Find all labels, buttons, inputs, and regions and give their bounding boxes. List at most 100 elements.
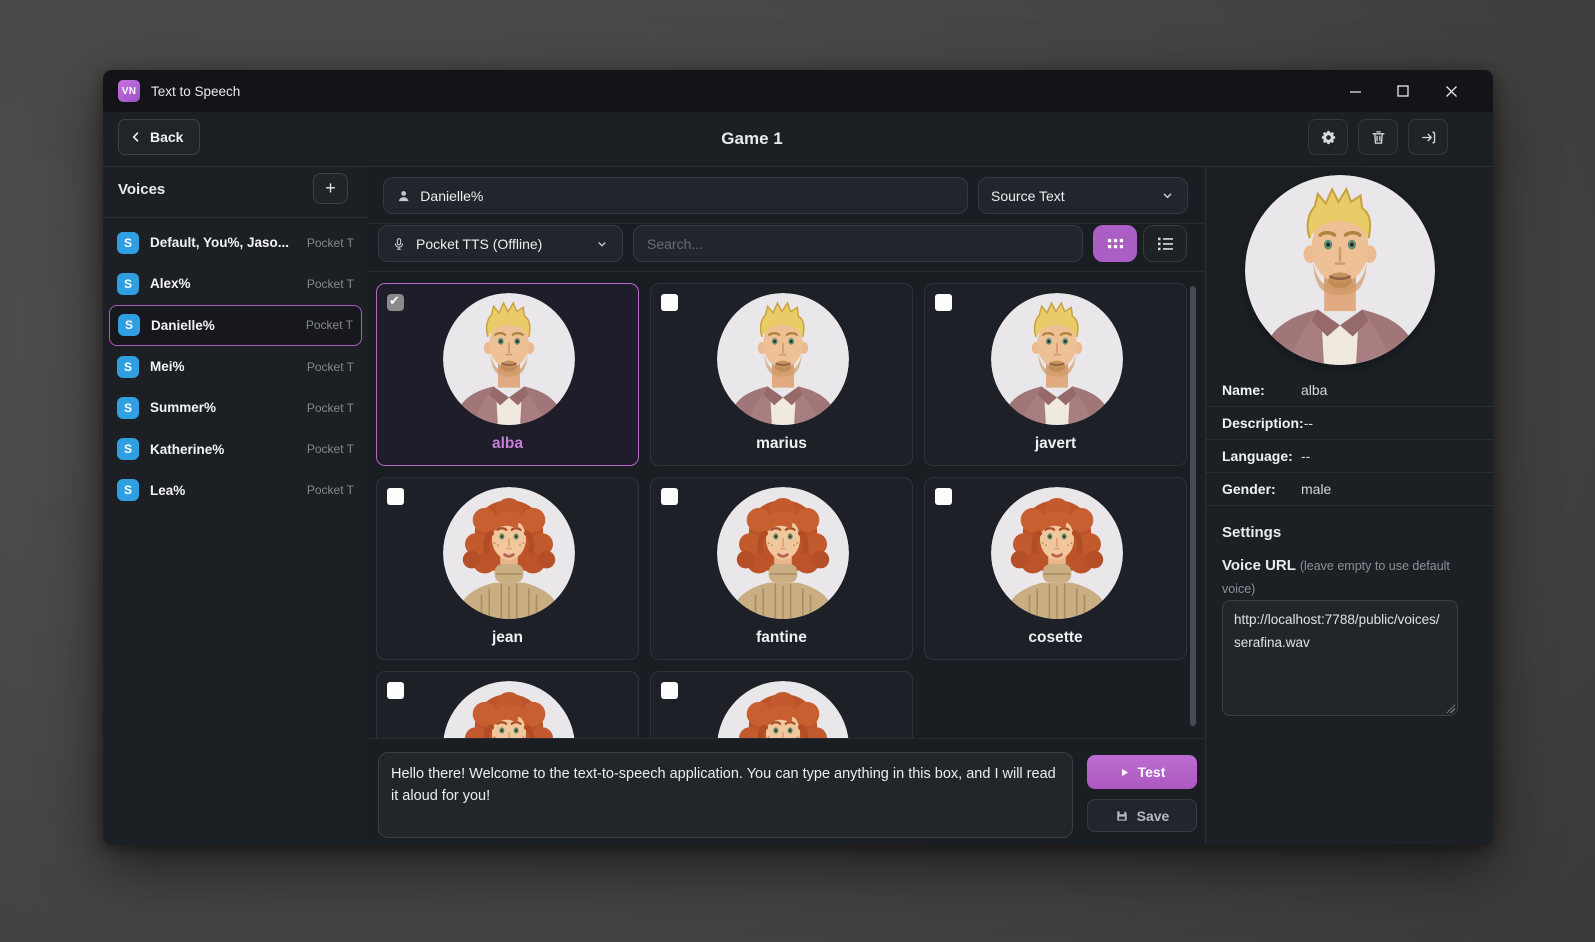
voice-url-label: Voice URL (leave empty to use default vo…	[1222, 554, 1472, 601]
app-window: VN Text to Speech Back Game 1	[103, 70, 1493, 845]
voice-type-badge: S	[117, 438, 139, 460]
voice-checkbox[interactable]	[661, 294, 678, 311]
voices-sidebar: Voices + S Default, You%, Jaso... Pocket T…	[103, 167, 368, 845]
voice-avatar	[991, 293, 1123, 425]
voice-avatar	[717, 487, 849, 619]
main-divider-1	[368, 223, 1205, 224]
grid-scrollbar[interactable]	[1190, 286, 1196, 726]
voice-checkbox[interactable]	[935, 294, 952, 311]
voice-type-badge: S	[117, 232, 139, 254]
voice-search-input[interactable]	[647, 236, 1069, 252]
voice-card-name: cosette	[925, 629, 1186, 647]
close-button[interactable]	[1427, 70, 1475, 112]
voice-card-name: marius	[651, 435, 912, 453]
voice-card[interactable]: marius	[650, 283, 913, 466]
save-button[interactable]: Save	[1087, 799, 1197, 832]
source-text-value: Source Text	[991, 188, 1065, 204]
voice-engine-label: Pocket T	[307, 277, 354, 291]
tts-engine-select[interactable]: Pocket TTS (Offline)	[378, 225, 623, 262]
source-text-select[interactable]: Source Text	[978, 177, 1188, 214]
grid-view-button[interactable]	[1093, 225, 1137, 262]
voice-search-field[interactable]	[633, 225, 1083, 262]
sidebar-divider	[103, 217, 368, 218]
voice-engine-label: Pocket T	[307, 401, 354, 415]
voice-checkbox[interactable]	[935, 488, 952, 505]
sidebar-header: Voices +	[103, 167, 368, 211]
voice-checkbox[interactable]	[661, 682, 678, 699]
voice-name: Summer%	[150, 400, 299, 415]
voice-card-name: alba	[377, 435, 638, 453]
voice-name: Alex%	[150, 276, 299, 291]
chevron-left-icon	[129, 130, 143, 144]
back-label: Back	[150, 129, 183, 145]
settings-title: Settings	[1222, 524, 1281, 541]
sidebar-voice-item[interactable]: SMei%Pocket T	[103, 346, 368, 387]
chevron-down-icon	[595, 237, 609, 251]
settings-button[interactable]	[1308, 119, 1348, 155]
voice-name: Danielle%	[151, 318, 298, 333]
back-button[interactable]: Back	[118, 119, 200, 155]
voice-name: Default, You%, Jaso...	[150, 235, 299, 250]
header: Back Game 1	[103, 112, 1493, 166]
character-name-input[interactable]	[420, 188, 955, 204]
list-view-icon	[1157, 236, 1174, 251]
delete-button[interactable]	[1358, 119, 1398, 155]
voice-type-badge: S	[117, 479, 139, 501]
voice-type-badge: S	[118, 314, 140, 336]
voice-engine-label: Pocket T	[307, 236, 354, 250]
voice-card[interactable]: jean	[376, 477, 639, 660]
voice-engine-label: Pocket T	[307, 483, 354, 497]
voice-url-label-text: Voice URL	[1222, 557, 1296, 574]
page-title: Game 1	[721, 112, 782, 166]
voice-name: Lea%	[150, 483, 299, 498]
voice-checkbox[interactable]	[387, 294, 404, 311]
play-icon	[1119, 766, 1130, 779]
detail-field-label: Description:	[1222, 415, 1304, 431]
voice-card[interactable]: javert	[924, 283, 1187, 466]
sidebar-voice-item[interactable]: SSummer%Pocket T	[103, 387, 368, 428]
voice-checkbox[interactable]	[387, 488, 404, 505]
voice-card[interactable]	[650, 671, 913, 738]
maximize-button[interactable]	[1379, 70, 1427, 112]
test-button[interactable]: Test	[1087, 755, 1197, 789]
title-bar[interactable]: VN Text to Speech	[103, 70, 1493, 112]
voice-checkbox[interactable]	[661, 488, 678, 505]
test-label: Test	[1138, 764, 1166, 780]
sidebar-voice-item[interactable]: S Default, You%, Jaso... Pocket T	[103, 222, 368, 263]
detail-field-label: Language:	[1222, 448, 1301, 464]
save-label: Save	[1137, 808, 1170, 824]
microphone-icon	[392, 236, 406, 252]
voice-avatar	[717, 681, 849, 738]
app-title: Text to Speech	[151, 84, 240, 99]
add-voice-button[interactable]: +	[313, 173, 348, 204]
app-logo: VN	[118, 80, 140, 102]
sidebar-voice-item[interactable]: S Lea% Pocket T	[103, 470, 368, 511]
voice-grid: alba marius javert jean fantine cosette	[376, 283, 1187, 738]
detail-field-row: Gender:male	[1206, 473, 1493, 506]
sidebar-voice-item[interactable]: SAlex%Pocket T	[103, 263, 368, 304]
minimize-button[interactable]	[1331, 70, 1379, 112]
voice-card-name: fantine	[651, 629, 912, 647]
voice-card[interactable]: alba	[376, 283, 639, 466]
voice-checkbox[interactable]	[387, 682, 404, 699]
voice-url-input[interactable]: http://localhost:7788/public/voices/sera…	[1222, 600, 1458, 716]
grid-view-icon	[1107, 237, 1124, 251]
main-divider-2	[368, 271, 1205, 272]
sidebar-voice-item[interactable]: SDanielle%Pocket T	[109, 305, 362, 346]
detail-field-row: Language:--	[1206, 440, 1493, 473]
detail-field-value: male	[1301, 481, 1331, 497]
voice-card[interactable]: cosette	[924, 477, 1187, 660]
voice-card[interactable]: fantine	[650, 477, 913, 660]
voice-avatar	[443, 293, 575, 425]
tts-text-input[interactable]: Hello there! Welcome to the text-to-spee…	[378, 752, 1073, 838]
tts-engine-value: Pocket TTS (Offline)	[416, 236, 585, 252]
export-button[interactable]	[1408, 119, 1448, 155]
character-name-field[interactable]	[383, 177, 968, 214]
gear-icon	[1320, 129, 1337, 146]
list-view-button[interactable]	[1143, 225, 1187, 262]
save-icon	[1115, 809, 1129, 823]
voice-card[interactable]	[376, 671, 639, 738]
sidebar-title: Voices	[118, 181, 165, 198]
detail-fields: Name:albaDescription:--Language:--Gender…	[1206, 374, 1493, 506]
sidebar-voice-item[interactable]: SKatherine%Pocket T	[103, 428, 368, 469]
